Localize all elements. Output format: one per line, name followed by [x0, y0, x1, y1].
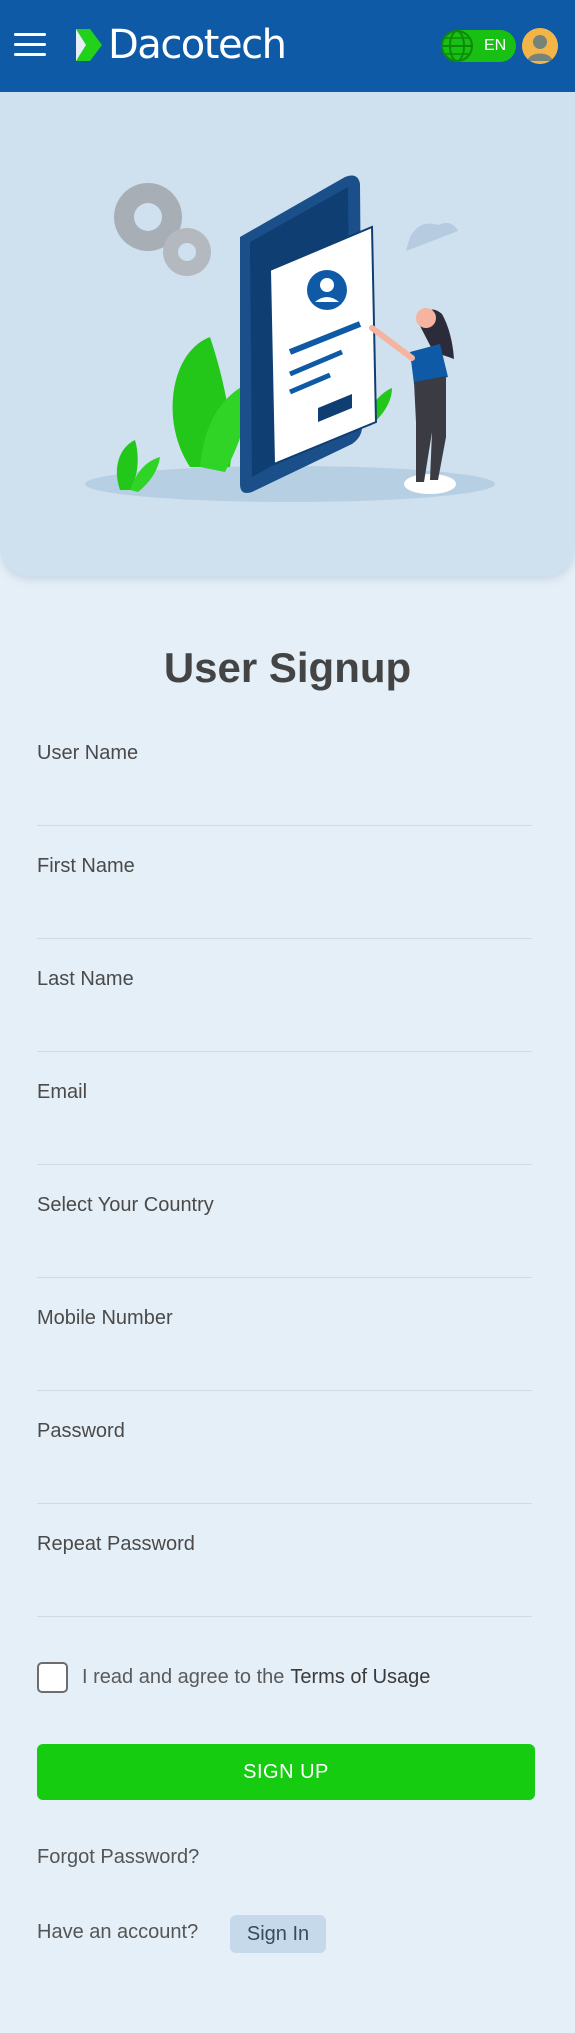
gear-icon: [114, 183, 211, 276]
top-app-bar: Dacotech EN: [0, 0, 575, 92]
terms-checkbox[interactable]: [37, 1661, 68, 1693]
email-field[interactable]: Email: [37, 1081, 532, 1165]
language-code: EN: [484, 37, 507, 54]
password-field[interactable]: Password: [37, 1420, 532, 1504]
first-name-input[interactable]: [37, 891, 532, 931]
repeat-password-field[interactable]: Repeat Password: [37, 1533, 532, 1617]
last-name-field[interactable]: Last Name: [37, 968, 532, 1052]
globe-icon: [441, 30, 473, 62]
last-name-input[interactable]: [37, 1004, 532, 1044]
field-label: Mobile Number: [37, 1307, 173, 1329]
terms-text: I read and agree to the: [82, 1665, 285, 1688]
email-input[interactable]: [37, 1117, 532, 1157]
have-account-text: Have an account?: [37, 1921, 199, 1943]
field-label: Select Your Country: [37, 1194, 214, 1216]
page-title: User Signup: [163, 644, 412, 691]
field-label: Password: [37, 1420, 125, 1442]
mobile-number-input[interactable]: [37, 1343, 532, 1383]
field-label: Email: [37, 1081, 88, 1103]
username-field[interactable]: User Name: [37, 742, 532, 826]
brand-logo[interactable]: Dacotech: [76, 22, 287, 68]
username-input[interactable]: [37, 778, 532, 818]
country-select[interactable]: [37, 1230, 532, 1270]
logo-mark-icon: [76, 29, 102, 61]
hero-illustration: [0, 92, 575, 576]
forgot-password-link[interactable]: Forgot Password?: [37, 1846, 199, 1869]
field-label: First Name: [37, 855, 135, 877]
field-label: User Name: [37, 742, 139, 764]
field-label: Repeat Password: [37, 1533, 195, 1555]
country-select-field[interactable]: Select Your Country: [37, 1194, 532, 1278]
terms-of-usage-link[interactable]: Terms of Usage: [290, 1666, 430, 1689]
repeat-password-input[interactable]: [37, 1569, 532, 1609]
field-label: Last Name: [37, 968, 134, 990]
hamburger-menu-icon[interactable]: [14, 30, 48, 60]
signup-illustration: [85, 175, 495, 502]
mobile-number-field[interactable]: Mobile Number: [37, 1307, 532, 1391]
first-name-field[interactable]: First Name: [37, 855, 532, 939]
user-avatar-icon[interactable]: [522, 28, 558, 64]
brand-name: Dacotech: [108, 22, 287, 68]
terms-agreement: I read and agree to the Terms of Usage: [37, 1661, 430, 1693]
sign-up-button[interactable]: SIGN UP: [37, 1744, 535, 1800]
language-switcher[interactable]: EN: [441, 30, 516, 62]
sign-in-button[interactable]: Sign In: [230, 1915, 326, 1953]
password-input[interactable]: [37, 1456, 532, 1496]
